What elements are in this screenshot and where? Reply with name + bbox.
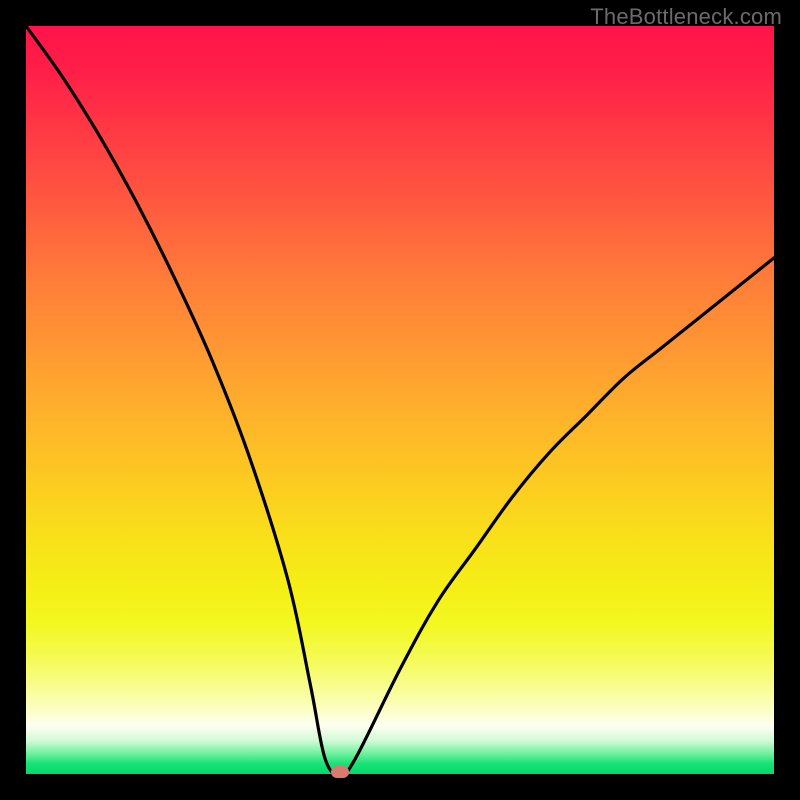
watermark-text: TheBottleneck.com — [590, 4, 782, 30]
chart-frame: TheBottleneck.com — [0, 0, 800, 800]
optimal-point-marker — [331, 766, 349, 778]
bottleneck-curve — [26, 26, 774, 774]
